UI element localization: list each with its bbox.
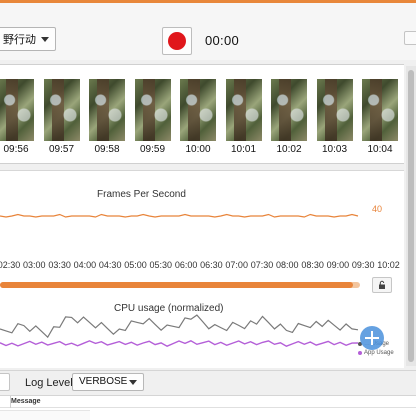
cpu-total-line (0, 314, 359, 339)
vertical-scrollbar-thumb[interactable] (408, 70, 414, 362)
legend-app-usage: App Usage (358, 350, 394, 356)
legend-app-usage-label: App Usage (364, 350, 394, 356)
log-level-value: VERBOSE (79, 376, 128, 387)
add-marker-button[interactable] (360, 326, 384, 350)
fps-value-label: 40 (372, 204, 383, 214)
legend-dot-icon (358, 351, 362, 355)
log-level-select[interactable]: VERBOSE (72, 373, 144, 391)
window-corner-button[interactable] (404, 31, 416, 45)
log-filter-input[interactable] (0, 373, 10, 391)
chevron-down-icon (129, 380, 137, 385)
log-level-label: Log Level: (25, 377, 76, 389)
cpu-app-line (0, 340, 359, 347)
vertical-scrollbar[interactable] (406, 66, 416, 366)
lock-button[interactable] (372, 277, 392, 293)
fps-line (0, 213, 359, 218)
log-row[interactable] (0, 410, 90, 420)
x-axis-tick-label: 10:02 (377, 260, 400, 270)
timeline-progress-fill (0, 282, 353, 288)
cpu-chart-title: CPU usage (normalized) (114, 303, 224, 314)
log-table-header (0, 396, 416, 408)
timeline-progress-track[interactable] (0, 282, 360, 288)
column-header-message[interactable]: Message (11, 398, 41, 405)
lock-icon (379, 280, 385, 289)
fps-chart-title: Frames Per Second (97, 189, 186, 200)
charts-canvas (0, 213, 359, 347)
